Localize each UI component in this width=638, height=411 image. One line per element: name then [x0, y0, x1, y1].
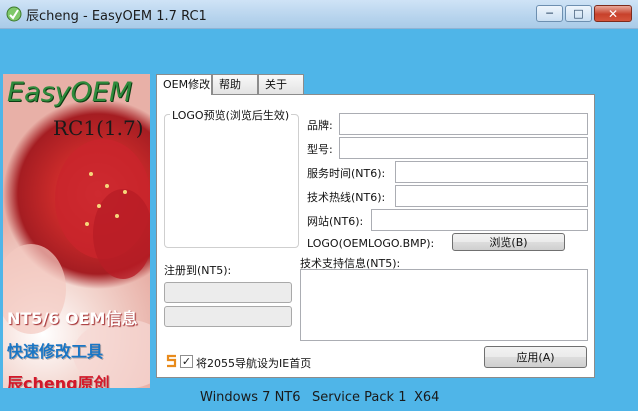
homepage-checkbox-label[interactable]: 将2055导航设为IE首页	[196, 355, 311, 371]
status-os: Windows 7 NT6	[200, 390, 301, 405]
support-phone-label: 技术热线(NT6):	[307, 191, 386, 204]
logo-file-label: LOGO(OEMLOGO.BMP):	[307, 237, 435, 250]
app-logo-icon	[6, 6, 22, 22]
logo-preview-label: LOGO预览(浏览后生效)	[170, 107, 292, 123]
website-input[interactable]	[371, 209, 588, 231]
minimize-icon: ─	[546, 7, 553, 20]
logo-preview	[164, 114, 299, 248]
sidebar-title: EasyOEM	[7, 77, 133, 108]
status-arch: X64	[414, 390, 440, 405]
support-hours-input[interactable]	[395, 161, 588, 183]
sidebar-version: RC1(1.7)	[53, 116, 144, 140]
website-label: 网站(NT6):	[307, 215, 364, 228]
browse-button[interactable]: 浏览(B)	[452, 233, 565, 251]
registered-org-field[interactable]	[164, 306, 292, 327]
close-button[interactable]: ✕	[594, 5, 632, 22]
sidebar-line-1: NT5/6 OEM信息	[7, 309, 138, 328]
tab-about[interactable]: 关于	[258, 74, 304, 94]
registered-owner-field[interactable]	[164, 282, 292, 303]
support-info-textarea[interactable]	[300, 269, 588, 341]
homepage-checkbox[interactable]: ✓	[180, 355, 193, 368]
tab-help[interactable]: 帮助	[212, 74, 258, 94]
close-icon: ✕	[607, 6, 619, 21]
model-input[interactable]	[339, 137, 588, 159]
support-hours-label: 服务时间(NT6):	[307, 167, 386, 180]
manufacturer-label: 品牌:	[307, 119, 333, 132]
status-bar: Windows 7 NT6 Service Pack 1 X64	[0, 386, 638, 411]
window-title: 辰cheng - EasyOEM 1.7 RC1	[26, 9, 207, 24]
sidebar-line-2: 快速修改工具	[7, 342, 104, 361]
apply-button[interactable]: 应用(A)	[484, 346, 587, 368]
registered-to-label: 注册到(NT5):	[164, 264, 232, 277]
model-label: 型号:	[307, 143, 333, 156]
manufacturer-input[interactable]	[339, 113, 588, 135]
tab-oem[interactable]: OEM修改	[156, 74, 212, 95]
app-window: 辰cheng - EasyOEM 1.7 RC1 ─ □ ✕ EasyOEM R…	[0, 0, 638, 411]
maximize-button[interactable]: □	[565, 5, 592, 22]
title-bar[interactable]: 辰cheng - EasyOEM 1.7 RC1 ─ □ ✕	[0, 0, 638, 29]
sidebar-banner: EasyOEM RC1(1.7) NT5/6 OEM信息 快速修改工具 辰che…	[3, 74, 150, 388]
minimize-button[interactable]: ─	[536, 5, 563, 22]
status-service-pack: Service Pack 1	[312, 390, 407, 405]
maximize-icon: □	[573, 7, 584, 20]
support-phone-input[interactable]	[395, 185, 588, 207]
2055-logo-icon	[165, 354, 178, 368]
